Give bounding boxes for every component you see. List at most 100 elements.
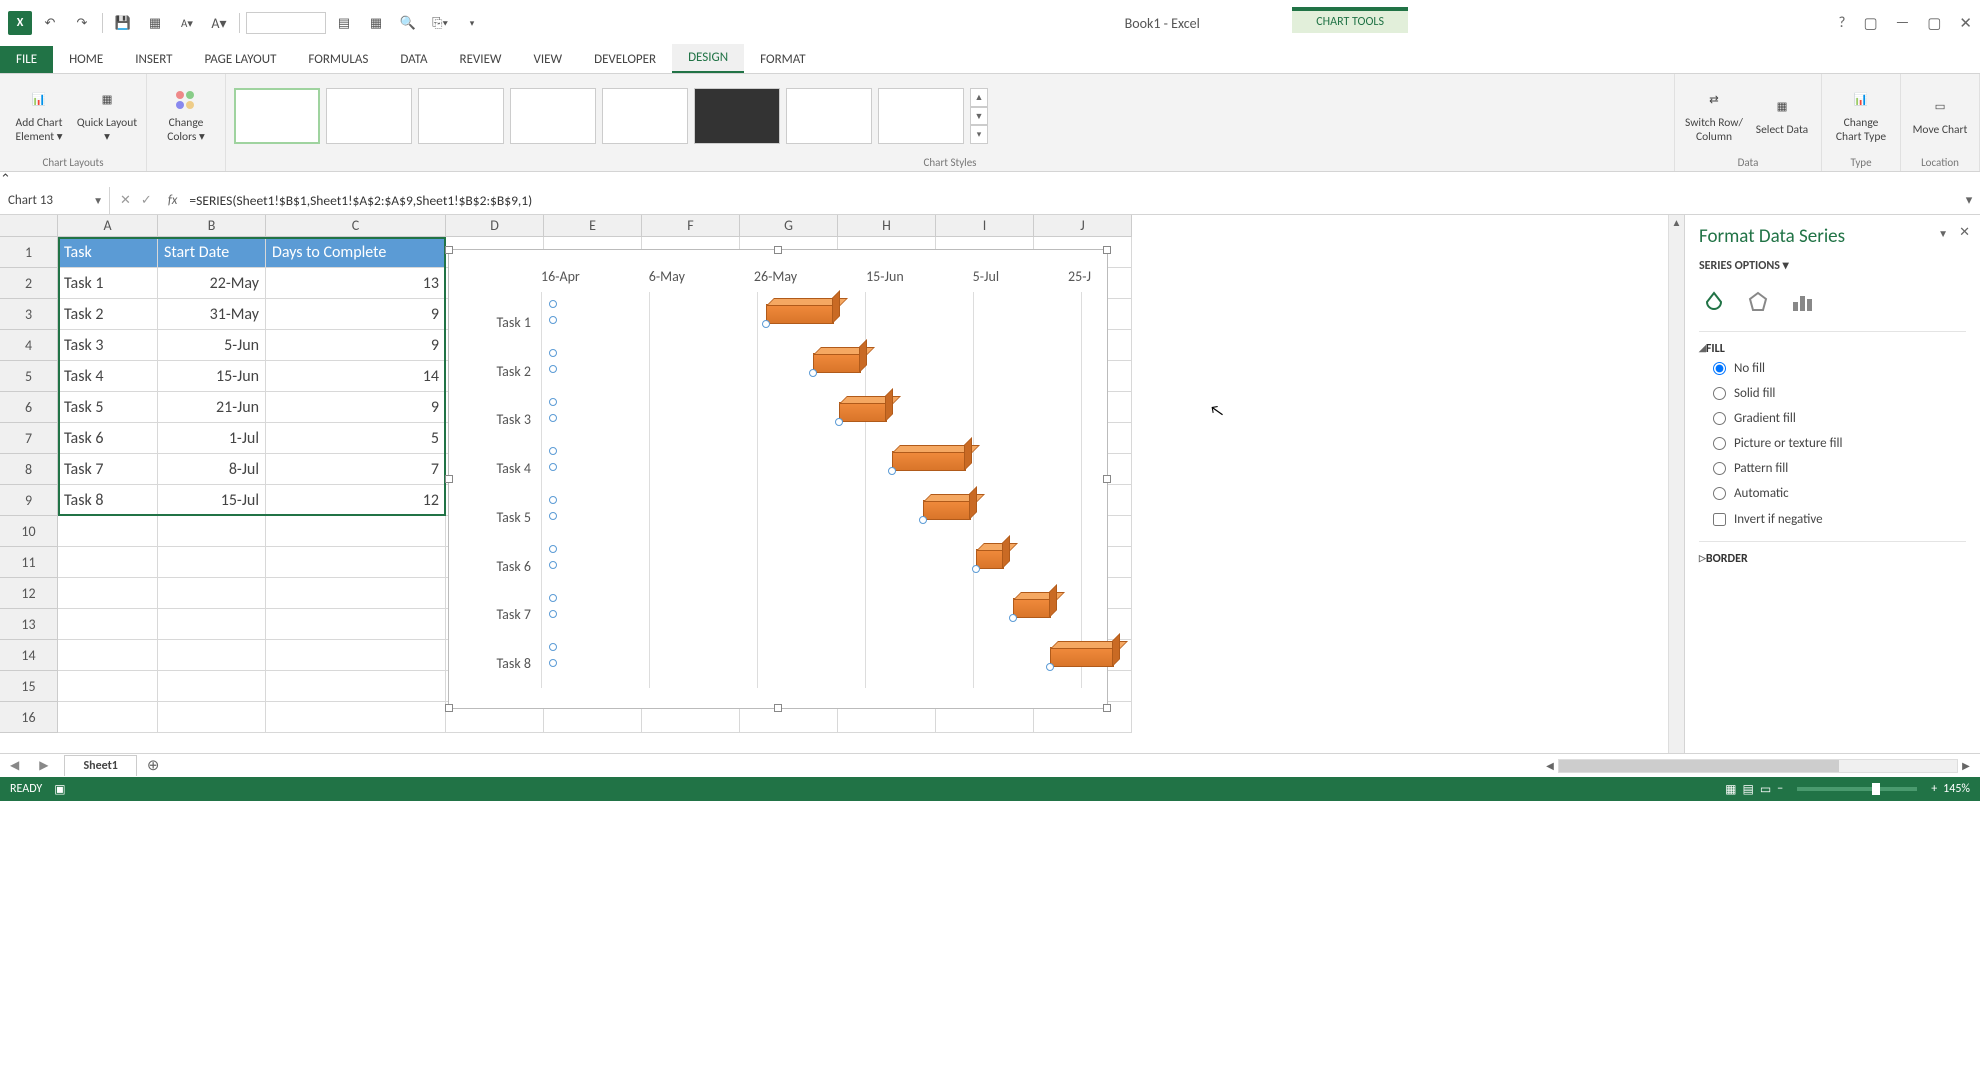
cell-A11[interactable] xyxy=(58,547,158,578)
sheet-nav-prev[interactable]: ◀ xyxy=(0,758,29,773)
cell-C16[interactable] xyxy=(266,702,446,733)
add-chart-element-button[interactable]: 📊Add Chart Element ▾ xyxy=(8,81,70,151)
fill-line-tab-icon[interactable] xyxy=(1699,287,1729,317)
move-chart-button[interactable]: ▭Move Chart xyxy=(1909,81,1971,151)
qat-btn-3[interactable]: ▦ xyxy=(362,9,390,37)
view-pagelayout-button[interactable]: ▤ xyxy=(1743,782,1754,797)
tab-insert[interactable]: INSERT xyxy=(119,46,188,73)
cell-A9[interactable]: Task 8 xyxy=(58,485,158,516)
cell-C7[interactable]: 5 xyxy=(266,423,446,454)
cell-A16[interactable] xyxy=(58,702,158,733)
chart-styles-gallery[interactable]: ▲▼▾ xyxy=(234,88,988,144)
cell-B8[interactable]: 8-Jul xyxy=(158,454,266,485)
cell-B7[interactable]: 1-Jul xyxy=(158,423,266,454)
zoom-slider[interactable] xyxy=(1797,787,1917,791)
change-colors-button[interactable]: Change Colors ▾ xyxy=(155,81,217,151)
column-headers[interactable]: ABCDEFGHIJ xyxy=(58,215,1668,237)
chart-y-axis[interactable]: Task 1Task 2Task 3Task 4Task 5Task 6Task… xyxy=(461,298,531,688)
chart-bar-2[interactable] xyxy=(813,353,861,373)
zoom-in-button[interactable]: + xyxy=(1931,782,1937,796)
chart-bar-4[interactable] xyxy=(892,451,966,471)
fill-gradient[interactable]: Gradient fill xyxy=(1699,406,1966,431)
cell-C14[interactable] xyxy=(266,640,446,671)
ribbon-collapse-button[interactable]: ⌃ xyxy=(0,172,1980,187)
cell-A5[interactable]: Task 4 xyxy=(58,361,158,392)
cell-C5[interactable]: 14 xyxy=(266,361,446,392)
row-headers[interactable]: 12345678910111213141516 xyxy=(0,237,58,733)
hscroll-right[interactable]: ▶ xyxy=(1958,759,1974,772)
qat-btn-2[interactable]: ▤ xyxy=(330,9,358,37)
cell-B13[interactable] xyxy=(158,609,266,640)
tab-developer[interactable]: DEVELOPER xyxy=(578,46,672,73)
chart-bar-3[interactable] xyxy=(839,402,887,422)
chart-style-6[interactable] xyxy=(694,88,780,144)
view-pagebreak-button[interactable]: ▭ xyxy=(1760,782,1771,797)
horizontal-scrollbar[interactable] xyxy=(1558,759,1958,773)
vertical-scrollbar[interactable]: ▲ xyxy=(1668,215,1684,753)
cell-A13[interactable] xyxy=(58,609,158,640)
name-box[interactable]: Chart 13▼ xyxy=(0,187,110,214)
qat-btn-1[interactable]: ▦ xyxy=(141,9,169,37)
add-sheet-button[interactable]: ⊕ xyxy=(137,756,170,775)
cell-B16[interactable] xyxy=(158,702,266,733)
embedded-chart[interactable]: 16-Apr6-May26-May15-Jun5-Jul25-J Task 1T… xyxy=(448,249,1108,709)
ribbon-display-button[interactable]: ▢ xyxy=(1863,14,1877,33)
chart-bar-6[interactable] xyxy=(976,549,1004,569)
series-options-tab-icon[interactable] xyxy=(1787,287,1817,317)
chart-bar-5[interactable] xyxy=(923,500,971,520)
tab-view[interactable]: VIEW xyxy=(518,46,579,73)
effects-tab-icon[interactable] xyxy=(1743,287,1773,317)
view-normal-button[interactable]: ▦ xyxy=(1725,782,1736,797)
cell-A14[interactable] xyxy=(58,640,158,671)
cell-B4[interactable]: 5-Jun xyxy=(158,330,266,361)
cell-C9[interactable]: 12 xyxy=(266,485,446,516)
cell-B6[interactable]: 21-Jun xyxy=(158,392,266,423)
undo-button[interactable]: ↶ xyxy=(36,9,64,37)
chart-bar-1[interactable] xyxy=(766,304,834,324)
qat-combo[interactable] xyxy=(246,12,326,34)
sheet-nav-next[interactable]: ▶ xyxy=(29,758,58,773)
cell-B14[interactable] xyxy=(158,640,266,671)
formula-input[interactable]: =SERIES(Sheet1!$B$1,Sheet1!$A$2:$A$9,She… xyxy=(183,192,1958,209)
font-inc-button[interactable]: A▾ xyxy=(205,9,233,37)
fill-solid[interactable]: Solid fill xyxy=(1699,381,1966,406)
cell-A10[interactable] xyxy=(58,516,158,547)
font-dec-button[interactable]: A▾ xyxy=(173,9,201,37)
cell-B12[interactable] xyxy=(158,578,266,609)
tab-home[interactable]: HOME xyxy=(53,46,119,73)
tab-pagelayout[interactable]: PAGE LAYOUT xyxy=(189,46,293,73)
cell-C13[interactable] xyxy=(266,609,446,640)
invert-if-negative[interactable]: Invert if negative xyxy=(1699,506,1966,533)
zoom-level[interactable]: 145% xyxy=(1943,782,1970,796)
cell-C8[interactable]: 7 xyxy=(266,454,446,485)
chart-style-7[interactable] xyxy=(786,88,872,144)
worksheet[interactable]: ABCDEFGHIJ 12345678910111213141516 TaskS… xyxy=(0,215,1684,753)
cell-B15[interactable] xyxy=(158,671,266,702)
sheet-tab-sheet1[interactable]: Sheet1 xyxy=(64,755,136,776)
cell-A7[interactable]: Task 6 xyxy=(58,423,158,454)
pane-close-button[interactable]: ✕ xyxy=(1959,225,1970,240)
tab-review[interactable]: REVIEW xyxy=(444,46,518,73)
cancel-formula-button[interactable]: ✕ xyxy=(120,193,131,208)
save-button[interactable]: 💾 xyxy=(109,9,137,37)
help-button[interactable]: ? xyxy=(1839,14,1846,33)
close-button[interactable]: ✕ xyxy=(1959,14,1972,33)
chart-style-5[interactable] xyxy=(602,88,688,144)
cell-A1[interactable]: Task xyxy=(58,237,158,268)
cell-B11[interactable] xyxy=(158,547,266,578)
change-chart-type-button[interactable]: 📊Change Chart Type xyxy=(1830,81,1892,151)
chart-bar-8[interactable] xyxy=(1050,647,1114,667)
chart-style-8[interactable] xyxy=(878,88,964,144)
chart-bar-7[interactable] xyxy=(1013,598,1051,618)
fx-icon[interactable]: fx xyxy=(162,193,184,208)
formula-expand-button[interactable]: ▾ xyxy=(1958,193,1980,208)
chart-x-axis[interactable]: 16-Apr6-May26-May15-Jun5-Jul25-J xyxy=(541,268,1091,288)
tab-data[interactable]: DATA xyxy=(384,46,443,73)
cell-C2[interactable]: 13 xyxy=(266,268,446,299)
cell-B10[interactable] xyxy=(158,516,266,547)
cell-C6[interactable]: 9 xyxy=(266,392,446,423)
chart-plot-area[interactable] xyxy=(541,292,1091,688)
cell-A3[interactable]: Task 2 xyxy=(58,299,158,330)
cell-C12[interactable] xyxy=(266,578,446,609)
minimize-button[interactable]: — xyxy=(1896,14,1910,33)
